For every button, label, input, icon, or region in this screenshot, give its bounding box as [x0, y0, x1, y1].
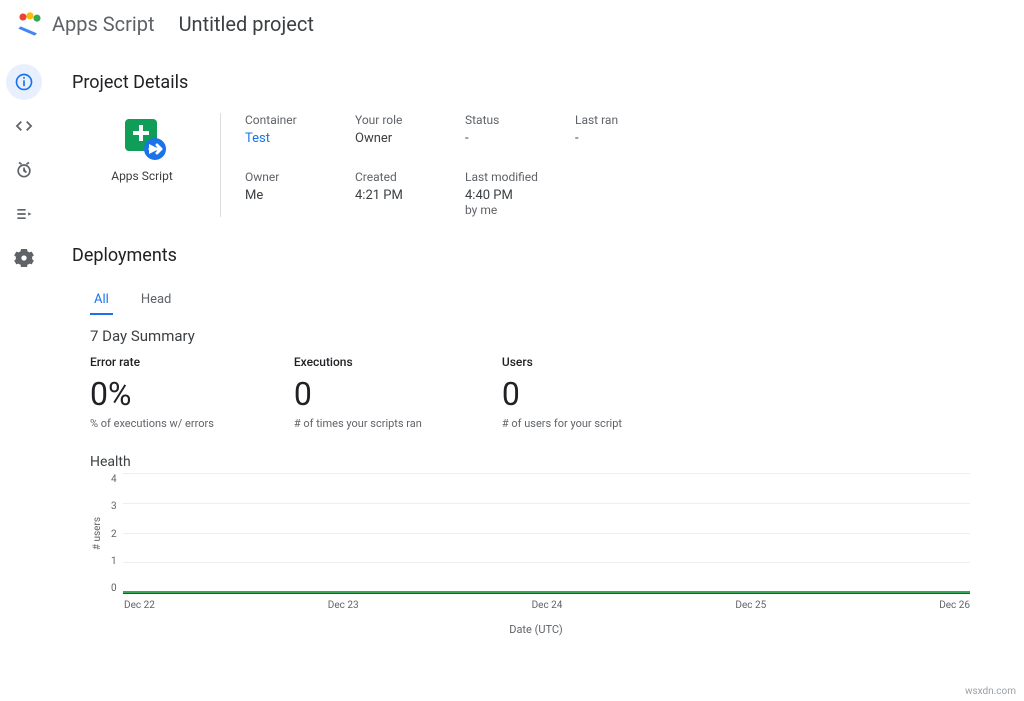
executions-icon: [14, 204, 34, 224]
project-details-row: Apps Script Container Test Your role Own…: [72, 113, 1000, 217]
stat-title: Users: [502, 355, 622, 369]
status-value: -: [465, 131, 575, 146]
stat-users: Users 0 # of users for your script: [502, 355, 622, 430]
stat-title: Error rate: [90, 355, 214, 369]
ytick: 1: [111, 556, 117, 567]
summary-stats: Error rate 0% % of executions w/ errors …: [90, 355, 1000, 430]
ytick: 3: [111, 501, 117, 512]
role-value: Owner: [355, 131, 465, 146]
xtick: Dec 23: [328, 600, 532, 611]
apps-script-logo-icon: [16, 10, 44, 38]
stat-value: 0: [294, 375, 422, 413]
clock-icon: [14, 160, 34, 180]
health-chart: # users 4 3 2 1 0: [90, 474, 1000, 594]
ytick: 4: [111, 474, 117, 485]
app-title: Apps Script: [52, 12, 155, 36]
role-label: Your role: [355, 113, 465, 127]
gear-icon: [14, 248, 34, 268]
last-ran-label: Last ran: [575, 113, 685, 127]
modified-by: by me: [465, 203, 575, 217]
main-content: Project Details Apps Script: [48, 48, 1024, 701]
modified-value: 4:40 PM: [465, 188, 575, 203]
summary-heading: 7 Day Summary: [90, 327, 1000, 345]
created-value: 4:21 PM: [355, 188, 465, 203]
stat-desc: # of times your scripts ran: [294, 417, 422, 430]
owner-label: Owner: [245, 170, 355, 184]
project-icon-label: Apps Script: [72, 169, 212, 183]
ytick: 0: [111, 583, 117, 594]
deployments-tabs: All Head: [90, 286, 1000, 315]
sidebar-item-editor[interactable]: [6, 108, 42, 144]
vertical-separator: [220, 113, 221, 217]
tab-head[interactable]: Head: [137, 286, 176, 315]
code-icon: [14, 116, 34, 136]
project-details-heading: Project Details: [72, 72, 1000, 93]
tab-all[interactable]: All: [90, 286, 113, 315]
watermark: wsxdn.com: [965, 686, 1016, 697]
chart-xlabel: Date (UTC): [72, 623, 1000, 636]
sidebar-item-overview[interactable]: [6, 64, 42, 100]
stat-value: 0: [502, 375, 622, 413]
last-ran-value: -: [575, 131, 685, 146]
deployments-heading: Deployments: [72, 245, 1000, 266]
app-header: Apps Script Untitled project: [0, 0, 1024, 48]
stat-value: 0%: [90, 375, 214, 413]
info-icon: [14, 72, 34, 92]
container-label: Container: [245, 113, 355, 127]
stat-desc: % of executions w/ errors: [90, 417, 214, 430]
modified-label: Last modified: [465, 170, 575, 184]
sidebar-item-executions[interactable]: [6, 196, 42, 232]
xtick: Dec 26: [939, 600, 970, 611]
stat-desc: # of users for your script: [502, 417, 622, 430]
owner-value: Me: [245, 188, 355, 203]
status-label: Status: [465, 113, 575, 127]
project-meta-grid: Container Test Your role Owner Status - …: [245, 113, 685, 217]
chart-yaxis: 4 3 2 1 0: [105, 474, 123, 594]
ytick: 2: [111, 529, 117, 540]
xtick: Dec 25: [735, 600, 939, 611]
apps-script-project-icon: [121, 117, 163, 159]
created-label: Created: [355, 170, 465, 184]
stat-executions: Executions 0 # of times your scripts ran: [294, 355, 422, 430]
chart-series-users: [123, 591, 970, 593]
chart-xaxis: Dec 22 Dec 23 Dec 24 Dec 25 Dec 26: [124, 600, 970, 611]
left-sidebar: [0, 48, 48, 701]
xtick: Dec 24: [532, 600, 736, 611]
container-link[interactable]: Test: [245, 131, 355, 146]
chart-ylabel: # users: [90, 517, 105, 550]
project-title[interactable]: Untitled project: [179, 12, 314, 36]
xtick: Dec 22: [124, 600, 328, 611]
stat-error-rate: Error rate 0% % of executions w/ errors: [90, 355, 214, 430]
sidebar-item-triggers[interactable]: [6, 152, 42, 188]
stat-title: Executions: [294, 355, 422, 369]
health-heading: Health: [90, 454, 1000, 470]
sidebar-item-settings[interactable]: [6, 240, 42, 276]
chart-plot-area: [123, 474, 970, 594]
